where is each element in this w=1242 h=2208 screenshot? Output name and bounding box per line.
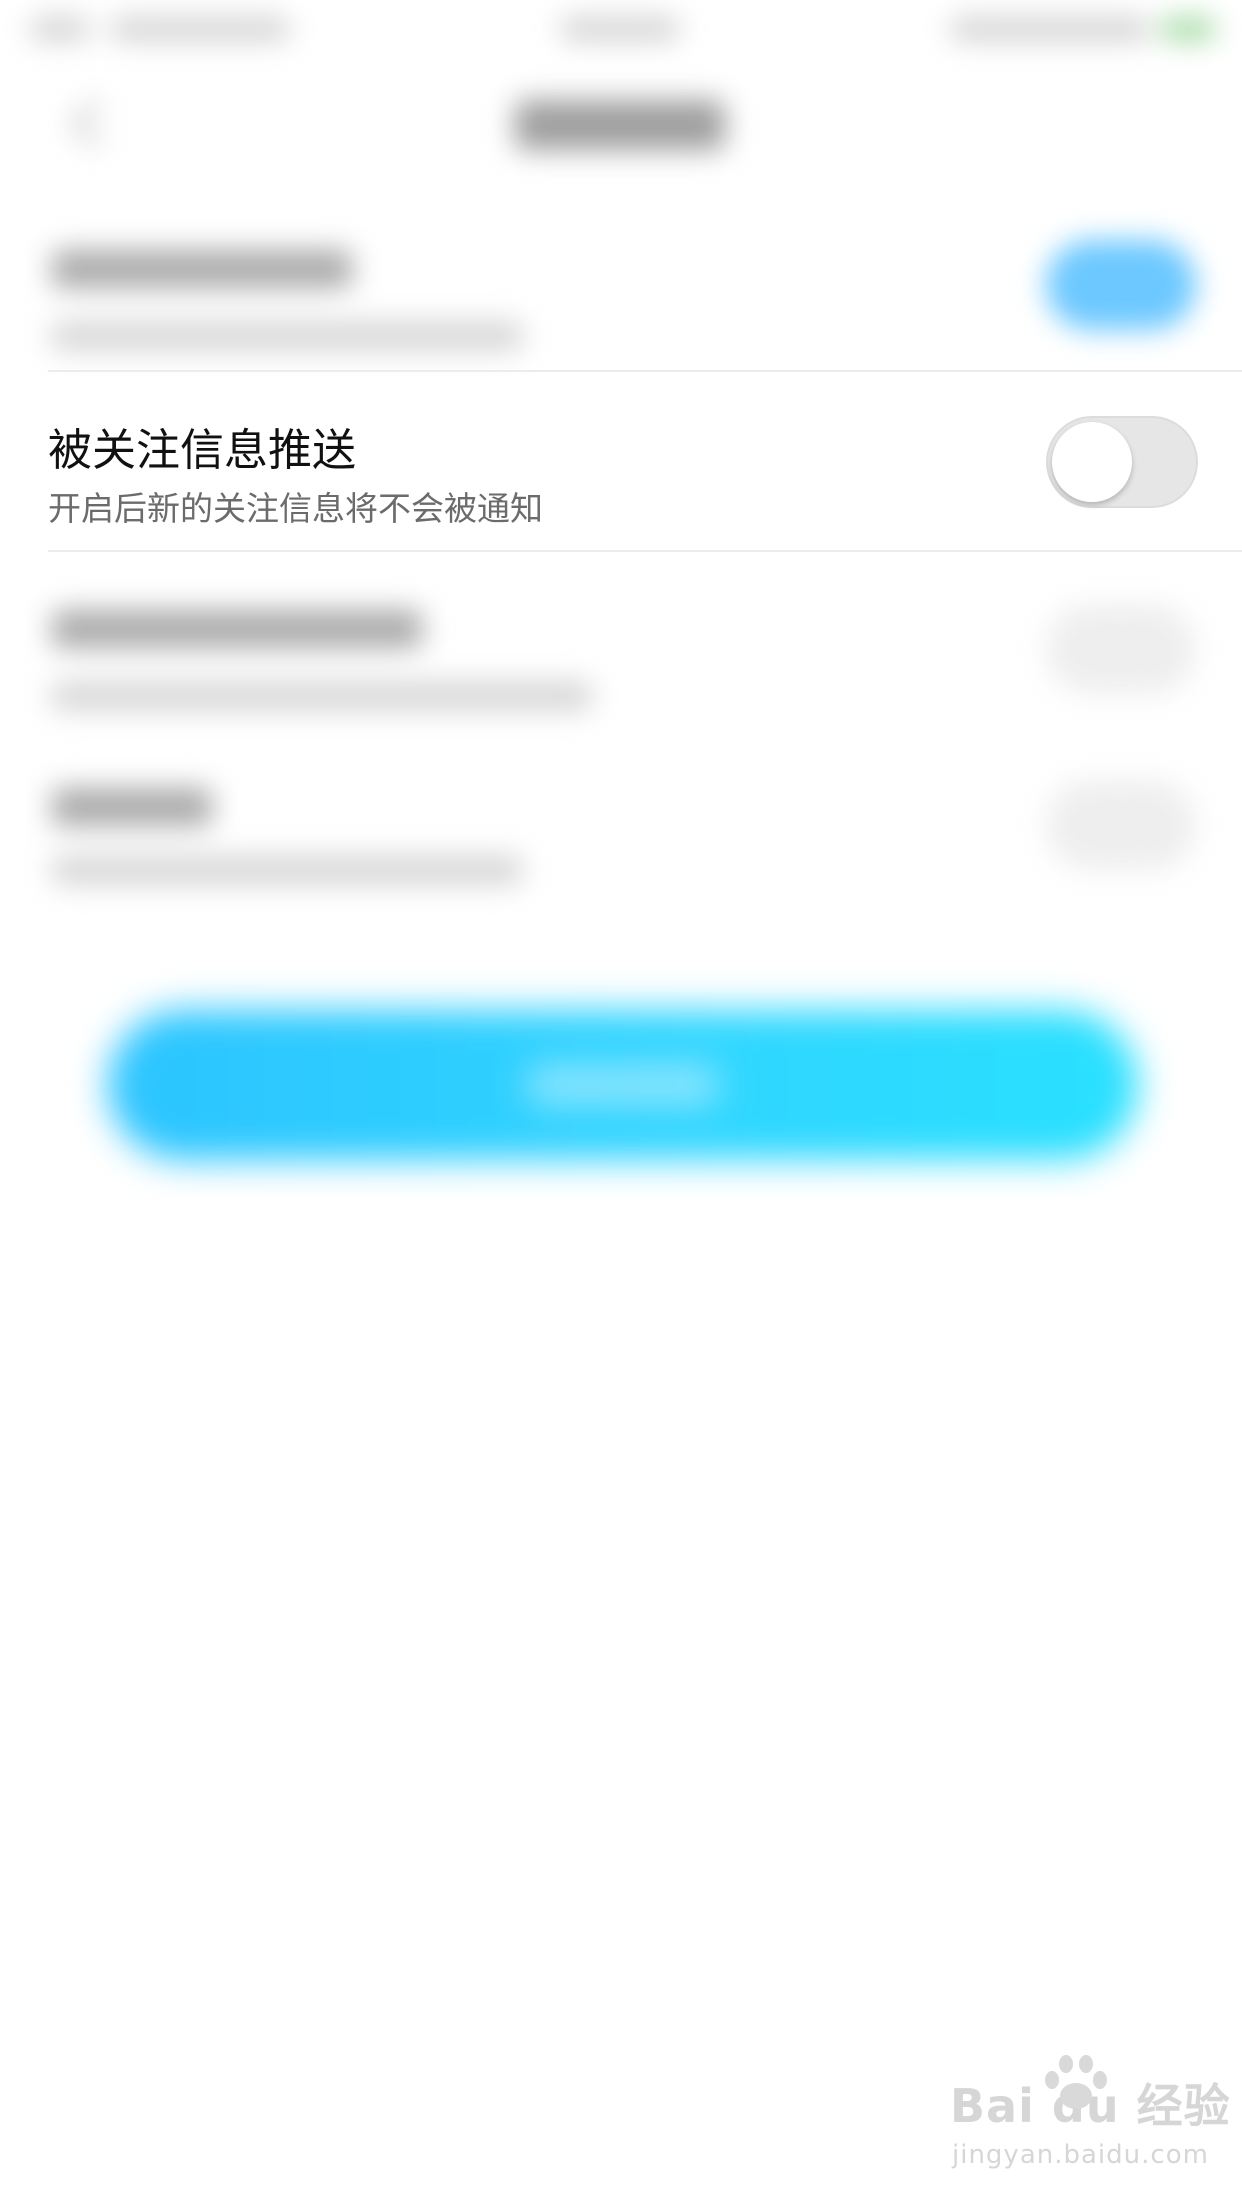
chevron-left-icon[interactable] bbox=[70, 98, 121, 149]
setting-title bbox=[52, 610, 422, 648]
clock-block bbox=[560, 18, 680, 40]
toggle-switch[interactable] bbox=[1046, 604, 1196, 694]
page-title bbox=[515, 100, 725, 150]
status-bar bbox=[0, 0, 1242, 60]
setting-title bbox=[52, 250, 352, 288]
toggle-switch[interactable] bbox=[1046, 780, 1196, 870]
button-label bbox=[528, 1065, 718, 1105]
paw-icon bbox=[1045, 2055, 1107, 2109]
setting-subtitle bbox=[52, 682, 592, 710]
toggle-switch[interactable] bbox=[1046, 240, 1196, 330]
divider bbox=[48, 550, 1242, 552]
toggle-knob bbox=[1052, 422, 1132, 502]
baidu-jingyan-watermark: Bai du 经验 jingyan.baidu.com bbox=[950, 2055, 1230, 2190]
setting-title bbox=[52, 788, 212, 826]
status-right-block bbox=[950, 18, 1150, 40]
setting-row-follow-push: 被关注信息推送 开启后新的关注信息将不会被通知 bbox=[0, 375, 1242, 550]
setting-row-4 bbox=[0, 770, 1242, 920]
setting-subtitle bbox=[52, 856, 522, 884]
setting-title: 被关注信息推送 bbox=[48, 425, 356, 476]
setting-subtitle: 开启后新的关注信息将不会被通知 bbox=[48, 489, 543, 528]
divider bbox=[48, 370, 1242, 372]
follow-push-toggle[interactable] bbox=[1046, 416, 1198, 508]
setting-row-3 bbox=[0, 590, 1242, 740]
nav-bar bbox=[0, 60, 1242, 190]
primary-action-button[interactable] bbox=[108, 1010, 1138, 1160]
battery-icon bbox=[1160, 18, 1216, 40]
signal-icon bbox=[30, 18, 90, 40]
carrier-block bbox=[110, 18, 290, 40]
setting-subtitle bbox=[52, 322, 522, 350]
watermark-url: jingyan.baidu.com bbox=[952, 2140, 1209, 2170]
setting-row-1 bbox=[0, 230, 1242, 370]
